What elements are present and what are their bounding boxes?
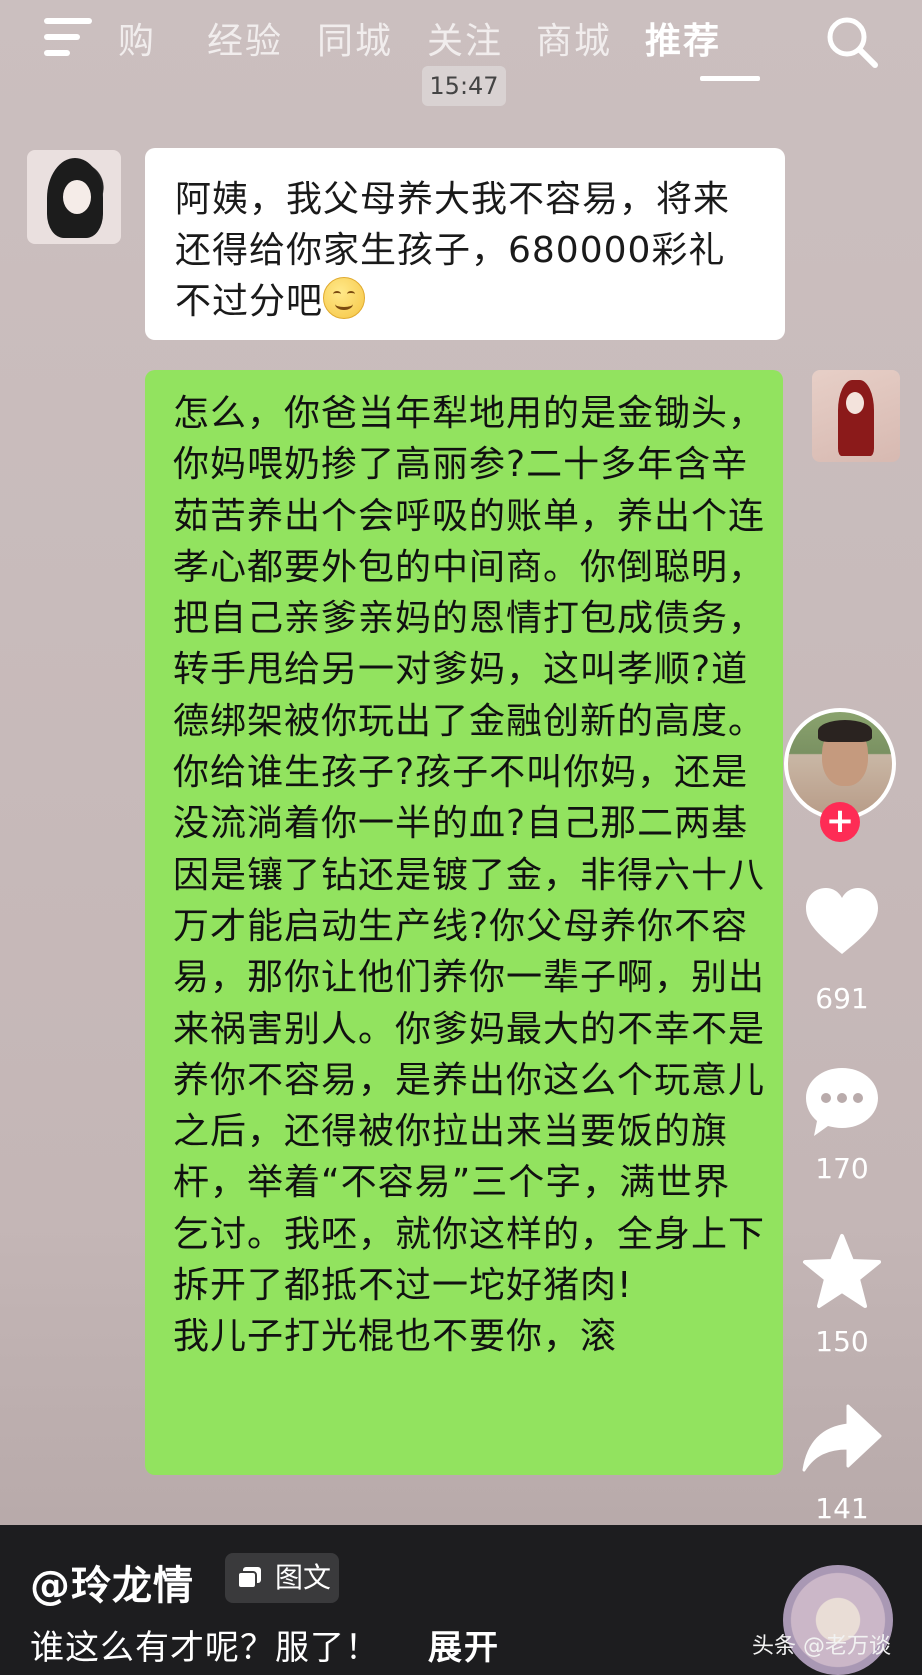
tab-experience[interactable]: 经验 (207, 12, 283, 64)
active-tab-indicator (700, 76, 760, 81)
post-type-badge: 图文 (225, 1553, 339, 1603)
watermark: 头条 @老万谈 (752, 1634, 891, 1659)
share-count: 141 (815, 1492, 869, 1525)
expand-button[interactable]: 展开 (428, 1620, 500, 1669)
reply-message-bubble: 怎么，你爸当年犁地用的是金锄头，你妈喂奶掺了高丽参?二十多年含辛茹苦养出个会呼吸… (145, 370, 783, 1475)
tab-following[interactable]: 关注 (427, 12, 503, 64)
tab-recommended[interactable]: 推荐 (645, 12, 721, 64)
sender-avatar[interactable] (27, 150, 121, 244)
like-count: 691 (815, 982, 869, 1015)
tab-local[interactable]: 同城 (317, 12, 393, 64)
favorite-count: 150 (815, 1325, 869, 1358)
smile-emoji-icon (323, 277, 366, 319)
message-timestamp: 15:47 (422, 66, 506, 106)
follow-button[interactable]: + (820, 802, 860, 842)
hamburger-menu-icon[interactable] (44, 16, 96, 58)
share-icon[interactable] (800, 1398, 884, 1482)
star-icon[interactable] (800, 1230, 884, 1314)
incoming-message-text: 阿姨，我父母养大我不容易，将来还得给你家生孩子，680000彩礼不过分吧 (175, 179, 731, 322)
tab-mall[interactable]: 商城 (536, 12, 612, 64)
author-name[interactable]: @玲龙情 (30, 1553, 194, 1611)
comment-count: 170 (815, 1152, 869, 1185)
search-icon[interactable] (822, 12, 882, 72)
post-type-label: 图文 (275, 1561, 332, 1594)
incoming-message-bubble: 阿姨，我父母养大我不容易，将来还得给你家生孩子，680000彩礼不过分吧 (145, 148, 785, 340)
tab-shopping[interactable]: 购 (118, 12, 156, 64)
receiver-avatar[interactable] (812, 370, 900, 462)
post-caption: 谁这么有才呢？服了！ (30, 1628, 380, 1668)
image-text-icon (237, 1567, 261, 1589)
comment-icon[interactable] (800, 1060, 884, 1144)
heart-icon[interactable] (800, 880, 884, 964)
